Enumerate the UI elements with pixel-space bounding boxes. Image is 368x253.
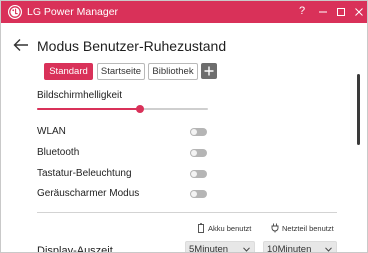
back-button[interactable] <box>13 38 29 52</box>
minimize-icon <box>319 11 327 13</box>
adapter-column-header: Netzteil benutzt <box>271 223 341 233</box>
wlan-label: WLAN <box>37 126 66 137</box>
bluetooth-toggle[interactable] <box>190 149 207 157</box>
adapter-column-label: Netzteil benutzt <box>282 224 334 233</box>
lg-logo-icon <box>8 5 22 19</box>
toggle-knob <box>191 150 197 156</box>
keyboard-backlight-label: Tastatur-Beleuchtung <box>37 168 132 179</box>
help-button[interactable]: ? <box>295 1 311 23</box>
adapter-timeout-value: 10Minuten <box>267 244 312 253</box>
battery-timeout-value: 5Minuten <box>189 244 229 253</box>
silent-mode-toggle[interactable] <box>190 190 207 198</box>
chevron-down-icon <box>325 247 332 252</box>
minimize-button[interactable] <box>315 1 331 23</box>
plug-icon <box>271 223 279 233</box>
back-arrow-icon <box>13 39 28 51</box>
battery-column-label: Akku benutzt <box>208 224 252 233</box>
wlan-toggle[interactable] <box>190 128 207 136</box>
toggle-knob <box>191 171 197 177</box>
adapter-timeout-select[interactable]: 10Minuten <box>263 241 337 253</box>
close-icon <box>355 8 363 16</box>
keyboard-backlight-toggle[interactable] <box>190 170 207 178</box>
title-bar: LG Power Manager ? <box>1 1 367 23</box>
profile-tab-bibliothek[interactable]: Bibliothek <box>148 63 198 80</box>
brightness-slider[interactable] <box>37 104 208 114</box>
profile-tab-standard[interactable]: Standard <box>44 63 93 80</box>
toggle-knob <box>191 191 197 197</box>
page-title: Modus Benutzer-Ruhezustand <box>37 38 227 54</box>
slider-thumb[interactable] <box>136 105 144 113</box>
add-profile-button[interactable] <box>201 63 217 79</box>
close-button[interactable] <box>351 1 367 23</box>
section-divider <box>37 212 337 213</box>
chevron-down-icon <box>243 247 250 252</box>
battery-column-header: Akku benutzt <box>197 223 259 233</box>
battery-timeout-select[interactable]: 5Minuten <box>185 241 255 253</box>
battery-icon <box>198 223 204 233</box>
brightness-label: Bildschirmhelligkeit <box>37 90 123 101</box>
display-timeout-label: Display-Auszeit <box>37 245 113 253</box>
help-icon: ? <box>299 5 306 17</box>
profile-tab-startseite[interactable]: Startseite <box>97 63 145 80</box>
window-title: LG Power Manager <box>27 6 119 18</box>
toggle-knob <box>191 129 197 135</box>
slider-fill <box>37 108 140 110</box>
maximize-button[interactable] <box>333 1 349 23</box>
plus-icon <box>204 66 214 76</box>
maximize-icon <box>337 8 345 16</box>
bluetooth-label: Bluetooth <box>37 147 80 158</box>
silent-mode-label: Geräuscharmer Modus <box>37 188 140 199</box>
main-content: Modus Benutzer-Ruhezustand Standard Star… <box>1 23 367 253</box>
app-window: LG Power Manager ? Modus Benutzer-Ruhezu… <box>0 0 368 253</box>
scrollbar-thumb[interactable] <box>357 74 360 145</box>
